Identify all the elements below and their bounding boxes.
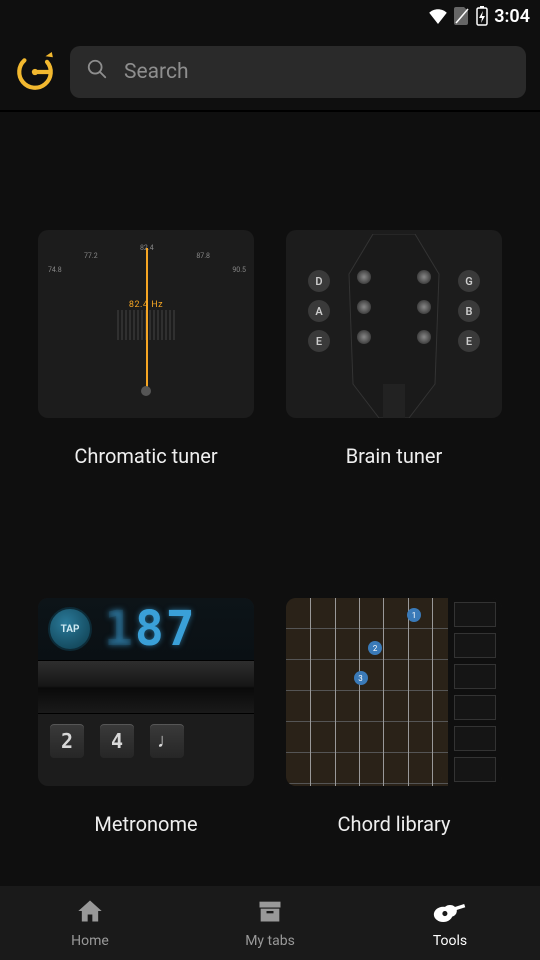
brain-tuner-tile: D A E G B E (286, 230, 502, 418)
search-icon (86, 58, 108, 86)
tap-button: TAP (48, 607, 92, 651)
string-label-d: D (308, 270, 330, 292)
tool-chromatic-tuner[interactable]: 74.8 77.2 82.4 87.8 90.5 82.4 Hz Chromat… (38, 230, 254, 468)
finger-1: 1 (407, 608, 421, 622)
tool-label: Brain tuner (346, 444, 443, 468)
string-label-e-high: E (458, 330, 480, 352)
tool-label: Chromatic tuner (74, 444, 217, 468)
nav-mytabs[interactable]: My tabs (180, 886, 360, 960)
tool-label: Metronome (94, 812, 197, 836)
timesig-bottom: 4 (100, 724, 134, 758)
finger-2: 2 (368, 641, 382, 655)
wifi-icon (428, 8, 448, 24)
guitar-icon (433, 897, 467, 929)
chromatic-tuner-tile: 74.8 77.2 82.4 87.8 90.5 82.4 Hz (38, 230, 254, 418)
string-label-b: B (458, 300, 480, 322)
string-label-a: A (308, 300, 330, 322)
app-header: Search (0, 32, 540, 110)
nav-label: My tabs (245, 933, 295, 949)
battery-charging-icon (476, 6, 488, 26)
chord-variants (448, 598, 502, 786)
nav-home[interactable]: Home (0, 886, 180, 960)
tuner-pivot (141, 386, 151, 396)
bottom-nav: Home My tabs Tools (0, 886, 540, 960)
timesig-top: 2 (50, 724, 84, 758)
archive-icon (255, 897, 285, 929)
status-time: 3:04 (494, 6, 530, 27)
tuner-needle (146, 248, 148, 390)
string-label-e-low: E (308, 330, 330, 352)
tool-brain-tuner[interactable]: D A E G B E Brain tuner (286, 230, 502, 468)
tool-chord-library[interactable]: 1 2 3 Chord library (286, 598, 502, 836)
tools-grid: 74.8 77.2 82.4 87.8 90.5 82.4 Hz Chromat… (0, 112, 540, 836)
search-bar[interactable]: Search (70, 46, 526, 98)
home-icon (75, 897, 105, 929)
nav-label: Tools (433, 933, 467, 949)
chord-library-tile: 1 2 3 (286, 598, 502, 786)
metronome-tile: TAP 187 2 4 ♩ (38, 598, 254, 786)
app-logo-icon[interactable] (14, 51, 56, 93)
nav-tools[interactable]: Tools (360, 886, 540, 960)
bpm-display: 187 (104, 601, 197, 657)
search-placeholder: Search (124, 60, 189, 84)
nav-label: Home (71, 933, 109, 949)
tool-label: Chord library (338, 812, 451, 836)
sim-icon (454, 7, 470, 25)
note-value: ♩ (150, 724, 184, 758)
string-label-g: G (458, 270, 480, 292)
tool-metronome[interactable]: TAP 187 2 4 ♩ Metronome (38, 598, 254, 836)
status-bar: 3:04 (0, 0, 540, 32)
finger-3: 3 (354, 671, 368, 685)
